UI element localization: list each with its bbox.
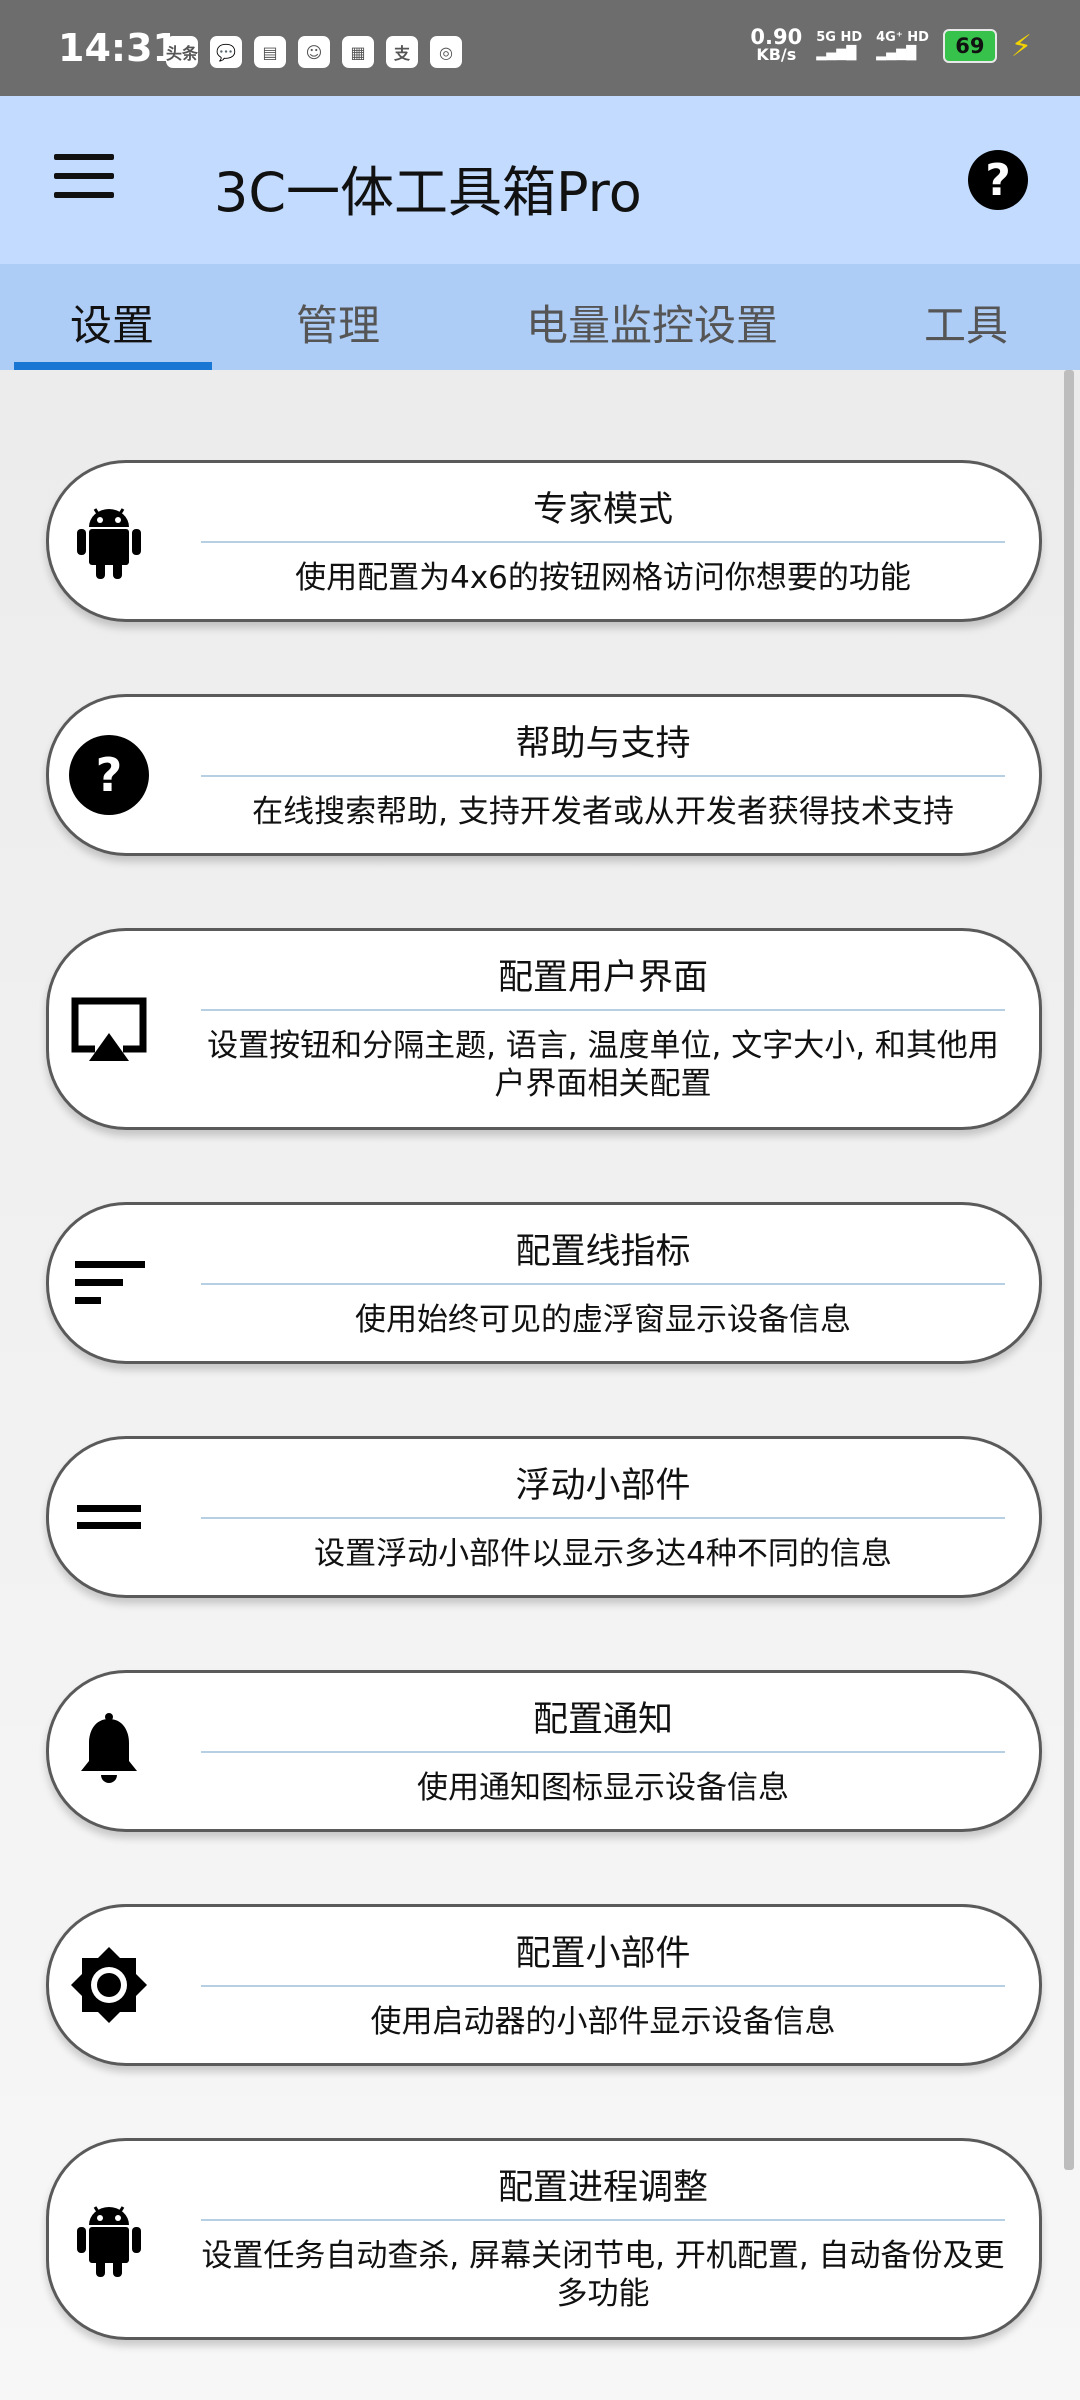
card-title: 配置小部件	[515, 1934, 691, 1974]
app-bar: 3C一体工具箱Pro ?	[0, 96, 1080, 264]
card-title: 配置通知	[532, 1700, 673, 1740]
tab-battery-monitor-settings[interactable]: 电量监控设置	[526, 292, 778, 353]
game-notification-icon: ▦	[342, 36, 374, 68]
card-description: 在线搜索帮助, 支持开发者或从开发者获得技术支持	[252, 794, 954, 830]
bell-icon	[81, 1713, 137, 1783]
signal-bars-icon: ▂▄▆█	[816, 46, 857, 61]
card-divider	[201, 775, 1005, 777]
help-icon[interactable]: ?	[968, 150, 1028, 210]
card-description: 使用配置为4x6的按钮网格访问你想要的功能	[295, 560, 911, 596]
equals-icon	[77, 1505, 141, 1529]
card-description: 设置任务自动查杀, 屏幕关闭节电, 开机配置, 自动备份及更多功能	[201, 2238, 1005, 2312]
signal-bars-icon: ▂▄▆█	[876, 46, 917, 61]
brightness-icon	[71, 1947, 147, 2023]
sim1-label: 5G HD	[816, 30, 863, 45]
card-title: 专家模式	[532, 490, 673, 530]
card-description: 设置按钮和分隔主题, 语言, 温度单位, 文字大小, 和其他用户界面相关配置	[207, 1028, 999, 1102]
card-divider	[201, 1283, 1005, 1285]
card-expert-mode[interactable]: 专家模式 使用配置为4x6的按钮网格访问你想要的功能	[46, 460, 1042, 622]
card-divider	[201, 541, 1005, 543]
svg-text:?: ?	[96, 748, 123, 802]
card-divider	[201, 1517, 1005, 1519]
card-notification-icon: ▤	[254, 36, 286, 68]
face-notification-icon: ☺	[298, 36, 330, 68]
network-speed: 0.90 KB/s	[750, 25, 803, 64]
card-widget[interactable]: 配置小部件 使用启动器的小部件显示设备信息	[46, 1904, 1042, 2066]
card-divider	[201, 1985, 1005, 1987]
alipay-notification-icon: 支	[386, 36, 418, 68]
cast-screen-icon	[71, 997, 147, 1061]
card-title: 配置线指标	[515, 1232, 691, 1272]
sort-lines-icon	[75, 1261, 145, 1304]
network-speed-unit: KB/s	[756, 45, 797, 64]
active-tab-indicator	[14, 362, 212, 370]
chat-notification-icon: ◎	[430, 36, 462, 68]
status-bar: 14:31 头条 💬 ▤ ☺ ▦ 支 ◎ 0.90 KB/s 5G HD ▂▄▆…	[0, 0, 1080, 96]
settings-list	[0, 370, 1080, 2400]
message-notification-icon: 💬	[210, 36, 242, 68]
battery-icon: 69	[942, 29, 997, 63]
card-title: 浮动小部件	[515, 1466, 691, 1506]
card-help-support[interactable]: ? 帮助与支持 在线搜索帮助, 支持开发者或从开发者获得技术支持	[46, 694, 1042, 856]
status-time: 14:31	[58, 26, 179, 70]
tab-tools[interactable]: 工具	[924, 292, 1008, 353]
card-title: 配置进程调整	[497, 2168, 708, 2208]
card-process-tuning[interactable]: 配置进程调整 设置任务自动查杀, 屏幕关闭节电, 开机配置, 自动备份及更多功能	[46, 2138, 1042, 2340]
app-title: 3C一体工具箱Pro	[214, 161, 642, 224]
card-description: 使用启动器的小部件显示设备信息	[370, 2004, 836, 2040]
card-divider	[201, 1009, 1005, 1011]
sim2-label: 4G⁺ HD	[876, 30, 929, 45]
status-indicators: 0.90 KB/s 5G HD ▂▄▆█ 4G⁺ HD ▂▄▆█ 69 ⚡	[750, 25, 1032, 64]
card-floating-widget[interactable]: 浮动小部件 设置浮动小部件以显示多达4种不同的信息	[46, 1436, 1042, 1598]
android-icon	[77, 508, 141, 579]
card-divider	[201, 1751, 1005, 1753]
card-description: 使用始终可见的虚浮窗显示设备信息	[355, 1302, 851, 1338]
help-icon: ?	[69, 735, 149, 815]
card-notification[interactable]: 配置通知 使用通知图标显示设备信息	[46, 1670, 1042, 1832]
card-description: 设置浮动小部件以显示多达4种不同的信息	[314, 1536, 892, 1572]
sim1-signal-icon: 5G HD ▂▄▆█	[816, 30, 862, 62]
tab-settings[interactable]: 设置	[70, 292, 154, 353]
tab-bar: 设置 管理 电量监控设置 工具	[0, 264, 1080, 370]
toutiao-notification-icon: 头条	[166, 36, 198, 68]
card-description: 使用通知图标显示设备信息	[417, 1770, 789, 1806]
tab-manage[interactable]: 管理	[296, 292, 380, 353]
charging-icon: ⚡	[1010, 28, 1032, 64]
sim2-signal-icon: 4G⁺ HD ▂▄▆█	[876, 30, 929, 62]
card-configure-ui[interactable]: 配置用户界面 设置按钮和分隔主题, 语言, 温度单位, 文字大小, 和其他用户界…	[46, 928, 1042, 1130]
network-speed-value: 0.90	[750, 25, 803, 49]
android-icon	[77, 2206, 141, 2277]
notification-icons: 头条 💬 ▤ ☺ ▦ 支 ◎	[166, 36, 462, 68]
card-line-indicator[interactable]: 配置线指标 使用始终可见的虚浮窗显示设备信息	[46, 1202, 1042, 1364]
card-divider	[201, 2219, 1005, 2221]
card-title: 配置用户界面	[497, 958, 708, 998]
card-title: 帮助与支持	[515, 724, 691, 764]
scrollbar[interactable]	[1064, 370, 1074, 2170]
menu-icon[interactable]	[54, 154, 114, 200]
